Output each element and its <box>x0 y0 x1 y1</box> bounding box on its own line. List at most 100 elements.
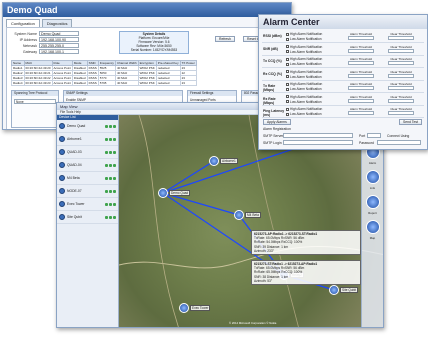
low-alarm-checkbox[interactable]: Low Alarm Notification <box>286 100 322 104</box>
report-tool-icon[interactable] <box>365 195 380 209</box>
table-row[interactable]: Radio4 00:20:6D:4A:49:23 Access Point Disab… <box>11 80 197 86</box>
low-alarm-label: Low Alarm Notification <box>290 49 322 54</box>
low-alarm-checkbox[interactable]: Low Alarm Notification <box>286 75 322 79</box>
device-list-item[interactable]: M4 Beta <box>57 172 118 185</box>
smtp-login-field[interactable] <box>283 140 353 145</box>
device-list-item[interactable]: NODE-07 <box>57 185 118 198</box>
status-dot-icon <box>113 150 116 154</box>
netmask-label: Netmask <box>22 44 37 48</box>
clear-threshold-field[interactable] <box>388 111 414 115</box>
device-list-item[interactable]: QUAD-04 <box>57 159 118 172</box>
device-list-item[interactable]: Site Qubit <box>57 211 118 224</box>
low-alarm-checkbox[interactable]: Low Alarm Notification <box>286 37 322 41</box>
checkbox-icon[interactable] <box>286 100 289 104</box>
table-row[interactable]: Radio1 00:20:6D:4A:49:20 Access Point Disab… <box>11 65 197 71</box>
clear-threshold-field[interactable] <box>388 98 414 103</box>
table-row[interactable]: Radio2 00:20:6D:4A:49:21 Access Point Disab… <box>11 70 197 76</box>
clear-threshold-field[interactable] <box>388 36 414 40</box>
map-attribution: © 2014 Microsoft Corporation © Nokia <box>229 321 277 325</box>
gateway-field[interactable]: 192.168.100.1 <box>39 49 79 54</box>
link-tool-icon[interactable] <box>365 170 380 184</box>
spanning-tree-header: Spanning Tree Protocol <box>12 91 58 96</box>
ip-address-field[interactable]: 192.168.100.90 <box>39 37 79 42</box>
checkbox-icon[interactable] <box>286 62 289 66</box>
table-row[interactable]: Radio3 00:20:6D:4A:49:22 Access Point Disab… <box>11 75 197 81</box>
tower-icon[interactable] <box>158 188 168 198</box>
tower-icon[interactable] <box>179 303 189 313</box>
system-name-field[interactable]: Demo Quad <box>39 31 79 36</box>
tower-icon[interactable] <box>209 156 219 166</box>
alarm-metric-name: Rx CCQ (%) <box>263 71 283 76</box>
connect-using-checkbox[interactable]: Connect Using <box>387 134 409 138</box>
status-dot-icon <box>113 176 116 180</box>
device-name: Airborne1 <box>67 137 82 141</box>
clear-threshold-field[interactable] <box>388 61 414 65</box>
device-list-item[interactable]: Airborne1 <box>57 133 118 146</box>
checkbox-icon[interactable] <box>286 45 289 49</box>
tower-icon[interactable] <box>234 210 244 220</box>
alarm-threshold-field[interactable] <box>348 48 374 53</box>
device-list-item[interactable]: Exec Tower <box>57 198 118 211</box>
col-frequency: Frequency <box>97 60 116 66</box>
high-alarm-checkbox[interactable]: High Alarm Notification <box>286 70 322 74</box>
low-alarm-checkbox[interactable]: Low Alarm Notification <box>286 112 322 116</box>
tower-label: Site Qubit <box>340 287 358 293</box>
checkbox-icon[interactable] <box>286 112 289 116</box>
clear-threshold-field[interactable] <box>388 48 414 53</box>
alarm-threshold-field[interactable] <box>348 86 374 90</box>
checkbox-icon[interactable] <box>286 37 289 41</box>
status-dot-icon <box>109 124 112 128</box>
table-cell: redacted <box>155 80 181 86</box>
send-test-button[interactable]: Send Test <box>399 119 423 125</box>
checkbox-icon[interactable] <box>286 87 289 91</box>
checkbox-icon[interactable] <box>286 75 289 79</box>
alarm-metric-name: Ping Latency (ms) <box>263 109 285 117</box>
port-field[interactable] <box>367 133 381 138</box>
checkbox-icon[interactable] <box>286 107 289 111</box>
high-alarm-checkbox[interactable]: High Alarm Notification <box>286 32 322 36</box>
alarm-threshold-field[interactable] <box>348 111 374 115</box>
map-tool-icon[interactable] <box>365 220 380 234</box>
alarm-threshold-field[interactable] <box>348 61 374 65</box>
clear-threshold-field[interactable] <box>388 73 414 78</box>
low-alarm-checkbox[interactable]: Low Alarm Notification <box>286 62 322 66</box>
high-alarm-checkbox[interactable]: High Alarm Notification <box>286 95 322 99</box>
checkbox-icon[interactable] <box>286 82 289 86</box>
serial-text: Serial Number: 1452YDY/M4553 <box>130 48 178 52</box>
tab-diagnostics[interactable]: Diagnostics <box>41 19 73 27</box>
status-dot-icon <box>109 176 112 180</box>
low-alarm-checkbox[interactable]: Low Alarm Notification <box>286 87 322 91</box>
refresh-button[interactable]: Refresh <box>215 36 235 42</box>
clear-threshold-label: Clear Threshold <box>390 94 412 99</box>
device-name: M4 Beta <box>67 176 80 180</box>
spanning-tree-select[interactable]: None <box>14 99 56 104</box>
clear-threshold: Clear Threshold <box>386 95 416 103</box>
radio-node-icon <box>59 175 65 181</box>
checkbox-icon[interactable] <box>286 32 289 36</box>
device-list-item[interactable]: QUAD-03 <box>57 146 118 159</box>
smtp-server-field[interactable] <box>283 133 353 138</box>
checkbox-icon[interactable] <box>286 57 289 61</box>
tab-configuration[interactable]: Configuration <box>6 19 40 27</box>
status-dot-icon <box>109 215 112 219</box>
alarm-metric-name: RSSI (dBm) <box>263 34 282 38</box>
alarm-threshold-field[interactable] <box>348 36 374 40</box>
password-field[interactable] <box>377 140 421 145</box>
low-alarm-checkbox[interactable]: Low Alarm Notification <box>286 50 322 54</box>
alarm-threshold-field[interactable] <box>348 73 374 78</box>
clear-threshold-field[interactable] <box>388 86 414 90</box>
alarm-threshold-field[interactable] <box>348 98 374 103</box>
high-alarm-checkbox[interactable]: High Alarm Notification <box>286 82 322 86</box>
apply-alarms-button[interactable]: Apply Alarms <box>263 119 291 125</box>
tower-icon[interactable] <box>329 285 339 295</box>
table-cell: Disabled <box>71 70 88 76</box>
device-name: NODE-07 <box>67 189 82 193</box>
checkbox-icon[interactable] <box>286 70 289 74</box>
high-alarm-checkbox[interactable]: High Alarm Notification <box>286 57 322 61</box>
checkbox-icon[interactable] <box>286 95 289 99</box>
high-alarm-checkbox[interactable]: High Alarm Notification <box>286 45 322 49</box>
device-list-item[interactable]: Demo Quad <box>57 120 118 133</box>
checkbox-icon[interactable] <box>286 50 289 54</box>
high-alarm-checkbox[interactable]: High Alarm Notification <box>286 107 322 111</box>
netmask-field[interactable]: 255.255.255.0 <box>39 43 79 48</box>
